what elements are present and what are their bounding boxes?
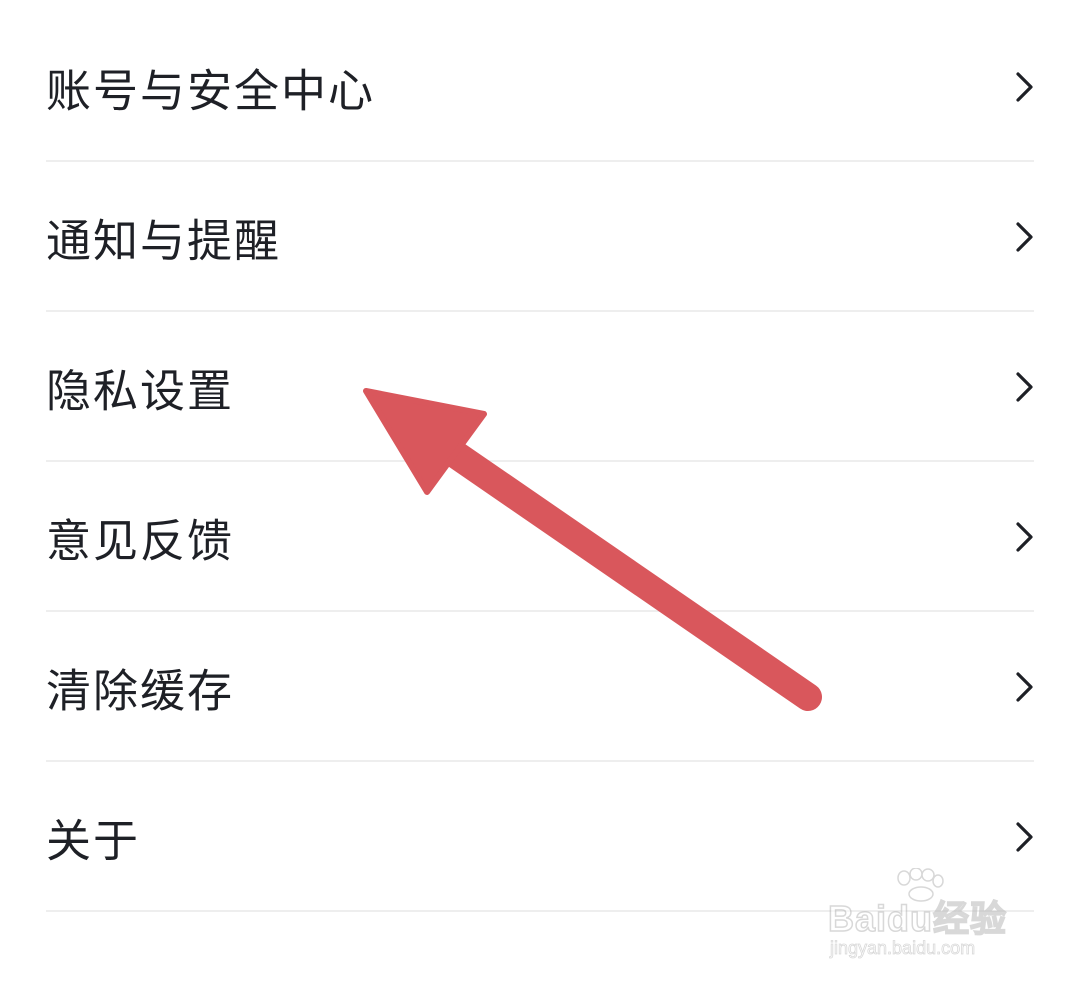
baidu-jingyan-watermark: Baidu经验 jingyan.baidu.com xyxy=(827,868,1028,968)
menu-item-label: 通知与提醒 xyxy=(46,214,282,268)
chevron-right-icon xyxy=(1016,522,1033,552)
menu-item-feedback[interactable]: 意见反馈 xyxy=(0,462,1080,612)
menu-item-notifications[interactable]: 通知与提醒 xyxy=(0,162,1080,312)
watermark-url: jingyan.baidu.com xyxy=(830,938,976,959)
chevron-right-icon xyxy=(1016,72,1033,102)
menu-item-account-security[interactable]: 账号与安全中心 xyxy=(0,12,1080,162)
watermark-logo-text: Baidu经验 xyxy=(827,897,1008,940)
chevron-right-icon xyxy=(1016,372,1033,402)
menu-item-clear-cache[interactable]: 清除缓存 xyxy=(0,612,1080,762)
chevron-right-icon xyxy=(1016,222,1033,252)
menu-item-label: 隐私设置 xyxy=(46,364,235,418)
chevron-right-icon xyxy=(1016,822,1033,852)
menu-item-label: 意见反馈 xyxy=(46,514,235,568)
menu-item-label: 账号与安全中心 xyxy=(46,64,376,118)
menu-item-label: 清除缓存 xyxy=(46,664,235,718)
menu-item-label: 关于 xyxy=(46,814,141,868)
settings-menu: 账号与安全中心 通知与提醒 隐私设置 意见反馈 清除缓存 关于 xyxy=(0,12,1080,912)
menu-item-privacy-settings[interactable]: 隐私设置 xyxy=(0,312,1080,462)
chevron-right-icon xyxy=(1016,672,1033,702)
